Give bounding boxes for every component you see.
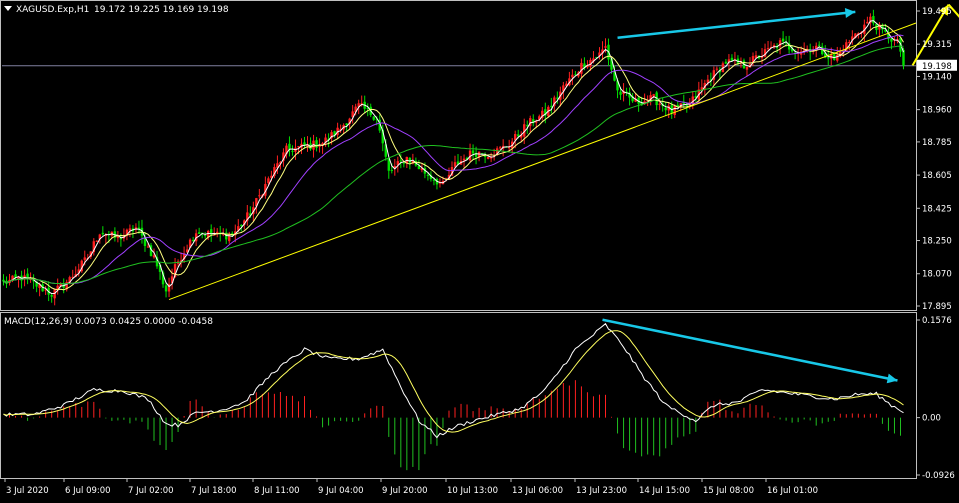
time-axis-label: 13 Jul 06:00: [512, 486, 563, 496]
price-axis-label: 19.495: [922, 7, 952, 17]
time-axis-label: 6 Jul 09:00: [65, 486, 111, 496]
candle-body: [766, 48, 770, 50]
time-axis-label: 16 Jul 01:00: [767, 486, 818, 496]
candle-body: [507, 147, 511, 149]
candle-body: [902, 49, 905, 66]
price-axis-label: 19.140: [922, 72, 952, 82]
time-axis-label: 7 Jul 18:00: [191, 486, 237, 496]
chart-background: [0, 0, 959, 499]
candle-body: [291, 150, 294, 152]
price-axis-label: 18.070: [922, 270, 952, 280]
time-axis-label: 15 Jul 08:00: [703, 486, 754, 496]
candle-body: [498, 147, 502, 149]
time-axis-label: 10 Jul 13:00: [447, 486, 498, 496]
symbol-label: XAGUSD.Exp,H1: [16, 5, 89, 15]
candle-body: [83, 257, 86, 260]
candle-body: [197, 232, 201, 234]
time-axis-label: 14 Jul 15:00: [639, 486, 690, 496]
candle-body: [550, 105, 553, 107]
candle-body: [571, 74, 574, 78]
price-axis-label: 18.250: [922, 237, 952, 247]
candle-body: [390, 169, 393, 171]
candle-body: [50, 295, 53, 297]
price-axis-label: 18.605: [922, 171, 952, 181]
candle-body: [372, 116, 375, 120]
candle-body: [399, 160, 403, 162]
time-axis-label: 13 Jul 23:00: [576, 486, 627, 496]
candle-body: [315, 140, 318, 148]
candle-body: [685, 104, 688, 106]
candle-body: [715, 68, 719, 70]
candle-body: [128, 228, 132, 231]
candle-body: [781, 38, 785, 42]
candle-body: [486, 156, 490, 159]
candle-body: [827, 57, 830, 59]
ohlc-readout: 19.172 19.225 19.169 19.198: [94, 5, 229, 15]
candle-body: [745, 67, 749, 70]
candle-body: [462, 158, 466, 161]
candle-body: [580, 62, 583, 74]
macd-axis-label: -0.0926: [922, 471, 955, 481]
candle-body: [453, 162, 457, 167]
macd-axis-label: 0.00: [922, 414, 941, 424]
price-axis-label: 19.315: [922, 40, 952, 50]
time-axis-label: 7 Jul 02:00: [128, 486, 174, 496]
candle-body: [2, 279, 5, 282]
candle-body: [95, 240, 99, 242]
candle-body: [164, 285, 168, 292]
candle-body: [203, 235, 207, 237]
candle-body: [619, 91, 622, 95]
chart-window[interactable]: 19.495 19.315 19.140 18.960 18.785 18.605 18.4…: [0, 0, 959, 499]
candle-body: [664, 107, 667, 111]
candle-body: [258, 195, 261, 197]
candle-body: [818, 44, 821, 46]
chart-svg[interactable]: 19.495 19.315 19.140 18.960 18.785 18.605 18.4…: [0, 0, 959, 499]
candle-body: [890, 38, 893, 42]
candle-body: [848, 42, 851, 44]
time-axis-label: 8 Jul 11:00: [254, 486, 300, 496]
candle-body: [517, 134, 520, 137]
candle-body: [471, 150, 475, 154]
time-axis-label: 3 Jul 2020: [6, 486, 49, 496]
candle-body: [267, 178, 270, 184]
price-axis-label: 18.960: [922, 106, 952, 116]
candle-body: [146, 246, 150, 248]
time-axis-label: 9 Jul 20:00: [382, 486, 428, 496]
current-price-label: 19.198: [922, 62, 952, 72]
price-axis-label: 17.895: [922, 302, 952, 312]
candle-body: [101, 232, 105, 235]
price-axis-label: 18.425: [922, 204, 952, 214]
candle-body: [866, 21, 869, 24]
candle-body: [426, 174, 430, 176]
candle-body: [724, 61, 728, 64]
candle-body: [240, 224, 243, 226]
candle-body: [673, 106, 676, 116]
candle-body: [872, 16, 875, 24]
candle-body: [297, 146, 300, 148]
macd-axis-label: 0.1576: [922, 316, 952, 326]
candle-body: [604, 46, 607, 48]
macd-label: MACD(12,26,9) 0.0073 0.0425 0.0000 -0.04…: [4, 317, 213, 327]
time-axis-label: 9 Jul 04:00: [318, 486, 364, 496]
candle-body: [658, 103, 661, 105]
candle-body: [432, 179, 436, 181]
candle-body: [402, 162, 406, 164]
price-axis-label: 18.785: [922, 138, 952, 148]
